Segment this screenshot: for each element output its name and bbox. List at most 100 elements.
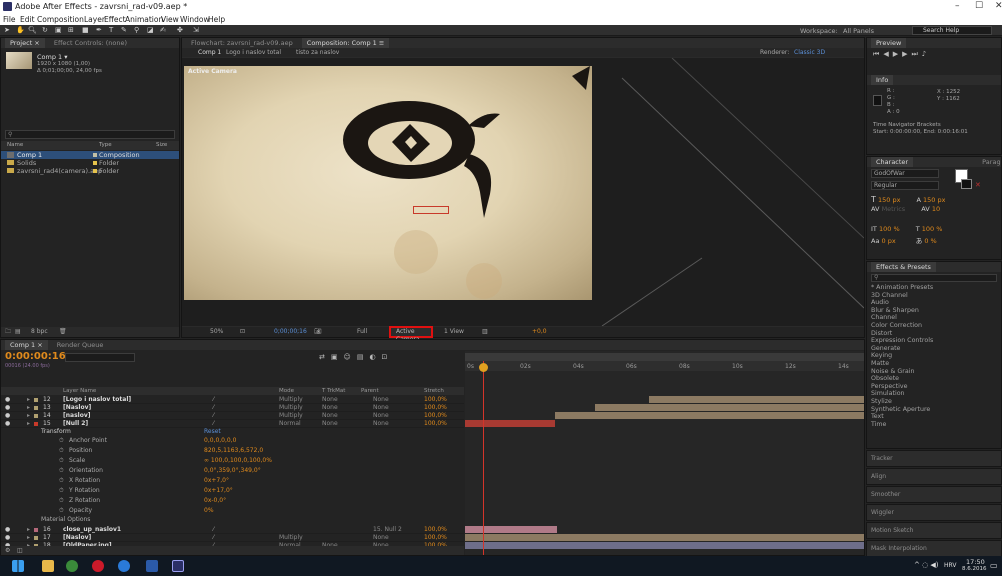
expand-triangle-icon[interactable]: ▸: [27, 534, 30, 542]
parent-select[interactable]: None: [373, 412, 389, 420]
layer-name[interactable]: [Naslov]: [63, 534, 91, 542]
layer-row[interactable]: ● ▸ 17 [Naslov] ⁄ Multiply None 100,0%: [1, 534, 464, 542]
transform-group[interactable]: Transform Reset: [1, 428, 464, 436]
layer-row[interactable]: ● ▸ 15 [Null 2] ⁄ Normal None None 100,0%: [1, 420, 464, 428]
label-color-icon[interactable]: [34, 414, 38, 418]
property-row[interactable]: ⏱ Y Rotation 0x+17,0°: [1, 486, 464, 496]
trash-icon[interactable]: 🗑: [59, 327, 67, 337]
puppet-tool-icon[interactable]: ✤: [177, 26, 183, 34]
horizontal-scale-value[interactable]: 100 %: [922, 225, 943, 233]
brush-tool-icon[interactable]: ✎: [121, 26, 127, 34]
last-frame-icon[interactable]: ⏭: [911, 50, 921, 58]
eraser-tool-icon[interactable]: ◪: [147, 26, 154, 34]
snapshot-icon[interactable]: 📷︎: [314, 327, 322, 337]
stretch-value[interactable]: 100,0%: [424, 526, 447, 534]
file-explorer-icon[interactable]: [42, 560, 54, 572]
current-time-display[interactable]: 0;00;00;16: [274, 327, 307, 337]
property-value[interactable]: 0%: [204, 506, 214, 516]
notification-icon[interactable]: ▭: [990, 561, 998, 570]
column-parent[interactable]: Parent: [361, 387, 379, 395]
stopwatch-icon[interactable]: ⏱: [59, 466, 64, 476]
menu-view[interactable]: View: [161, 15, 179, 24]
property-value[interactable]: 0x+17,0°: [204, 486, 233, 496]
draft-3d-icon[interactable]: ▣: [331, 353, 344, 361]
frame-blending-icon[interactable]: ▤: [357, 353, 370, 361]
clone-tool-icon[interactable]: ⚲: [134, 26, 139, 34]
layer-name[interactable]: [Logo i naslov total]: [63, 396, 131, 404]
kerning-value[interactable]: Metrics: [882, 205, 906, 213]
tab-flowchart[interactable]: Flowchart: zavrsni_rad-v09.aep: [186, 38, 298, 48]
effect-category-item[interactable]: Stylize: [867, 398, 1001, 406]
parent-select[interactable]: 15. Null 2: [373, 526, 402, 534]
layer-duration-bar[interactable]: [649, 396, 864, 403]
effect-category-item[interactable]: 3D Channel: [867, 292, 1001, 300]
property-value[interactable]: 820,5,1163,6,572,0: [204, 446, 263, 456]
after-effects-icon[interactable]: [172, 560, 184, 572]
menu-file[interactable]: File: [3, 15, 16, 24]
label-color-icon[interactable]: [34, 422, 38, 426]
effect-category-item[interactable]: Noise & Grain: [867, 368, 1001, 376]
new-folder-icon[interactable]: ▤: [15, 327, 21, 337]
visibility-eye-icon[interactable]: ●: [5, 412, 10, 420]
tab-paragraph[interactable]: Paragraph: [977, 157, 1001, 167]
effect-category-item[interactable]: Time: [867, 421, 1001, 429]
renderer-select[interactable]: Classic 3D: [794, 48, 825, 57]
menu-help[interactable]: Help: [208, 15, 225, 24]
stretch-value[interactable]: 100,0%: [424, 396, 447, 404]
docked-panel-tab[interactable]: Mask Interpolation: [866, 540, 1002, 557]
layer-name[interactable]: [Null 2]: [63, 420, 88, 428]
project-search-input[interactable]: ⚲: [5, 130, 175, 139]
layer-switches[interactable]: ⁄: [213, 396, 214, 404]
visibility-eye-icon[interactable]: ●: [5, 420, 10, 428]
layer-row[interactable]: ● ▸ 14 [naslov] ⁄ Multiply None None 100,0%: [1, 412, 464, 420]
composition-canvas[interactable]: Active Camera: [182, 58, 864, 326]
layer-row[interactable]: ● ▸ 13 [Naslov] ⁄ Multiply None None 100,0%: [1, 404, 464, 412]
layer-switches[interactable]: ⁄: [213, 404, 214, 412]
opera-icon[interactable]: [92, 560, 104, 572]
selection-tool-icon[interactable]: ➤: [4, 26, 10, 34]
property-row[interactable]: ⏱ Scale ∞ 100,0,100,0,100,0%: [1, 456, 464, 466]
docked-panel-tab[interactable]: Motion Sketch: [866, 522, 1002, 539]
effect-category-item[interactable]: Color Correction: [867, 322, 1001, 330]
transform-reset-link[interactable]: Reset: [204, 428, 221, 436]
layer-mode-select[interactable]: Multiply: [279, 412, 303, 420]
layer-name[interactable]: [naslov]: [63, 412, 90, 420]
expand-triangle-icon[interactable]: ▸: [27, 412, 30, 420]
clock-time[interactable]: 17:50: [966, 558, 985, 566]
expand-triangle-icon[interactable]: ▸: [27, 404, 30, 412]
layer-switches[interactable]: ⁄: [213, 420, 214, 428]
menu-window[interactable]: Window: [180, 15, 210, 24]
effect-category-item[interactable]: Synthetic Aperture: [867, 406, 1001, 414]
camera-view-select[interactable]: Active Camera: [389, 326, 433, 343]
graph-editor-icon[interactable]: ⊡: [382, 353, 394, 361]
tab-character[interactable]: Character: [871, 157, 914, 167]
pan-behind-tool-icon[interactable]: ⊞: [68, 26, 74, 34]
property-row[interactable]: ⏱ Anchor Point 0,0,0,0,0,0: [1, 436, 464, 446]
visibility-eye-icon[interactable]: ●: [5, 404, 10, 412]
property-row[interactable]: ⏱ X Rotation 0x+7,0°: [1, 476, 464, 486]
visibility-eye-icon[interactable]: ●: [5, 534, 10, 542]
workspace-select[interactable]: All Panels: [843, 27, 874, 35]
roto-tool-icon[interactable]: ✍: [160, 26, 166, 34]
tab-info[interactable]: Info: [871, 75, 894, 85]
tab-effects-presets[interactable]: Effects & Presets: [871, 262, 936, 272]
parent-select[interactable]: None: [373, 420, 389, 428]
toggle-switches-icon[interactable]: ⚙: [5, 546, 10, 555]
stopwatch-icon[interactable]: ⏱: [59, 476, 64, 486]
audio-icon[interactable]: ♪: [922, 50, 930, 58]
layer-switches[interactable]: ⁄: [213, 534, 214, 542]
layer-mode-select[interactable]: Multiply: [279, 534, 303, 542]
property-row[interactable]: ⏱ Position 820,5,1163,6,572,0: [1, 446, 464, 456]
tab-preview[interactable]: Preview: [871, 38, 907, 48]
breadcrumb-item[interactable]: Comp 1: [198, 48, 221, 57]
effect-category-item[interactable]: Simulation: [867, 390, 1001, 398]
layer-duration-bar[interactable]: [595, 404, 864, 411]
breadcrumb-item[interactable]: Logo i naslov total: [226, 48, 281, 57]
mask-tool-icon[interactable]: ■: [82, 26, 89, 34]
trkmat-select[interactable]: None: [322, 396, 338, 404]
property-row[interactable]: ⏱ Opacity 0%: [1, 506, 464, 516]
vertical-scale-value[interactable]: 100 %: [879, 225, 900, 233]
docked-panel-tab[interactable]: Align: [866, 468, 1002, 485]
expand-triangle-icon[interactable]: ▸: [27, 420, 30, 428]
effect-category-item[interactable]: Obsolete: [867, 375, 1001, 383]
